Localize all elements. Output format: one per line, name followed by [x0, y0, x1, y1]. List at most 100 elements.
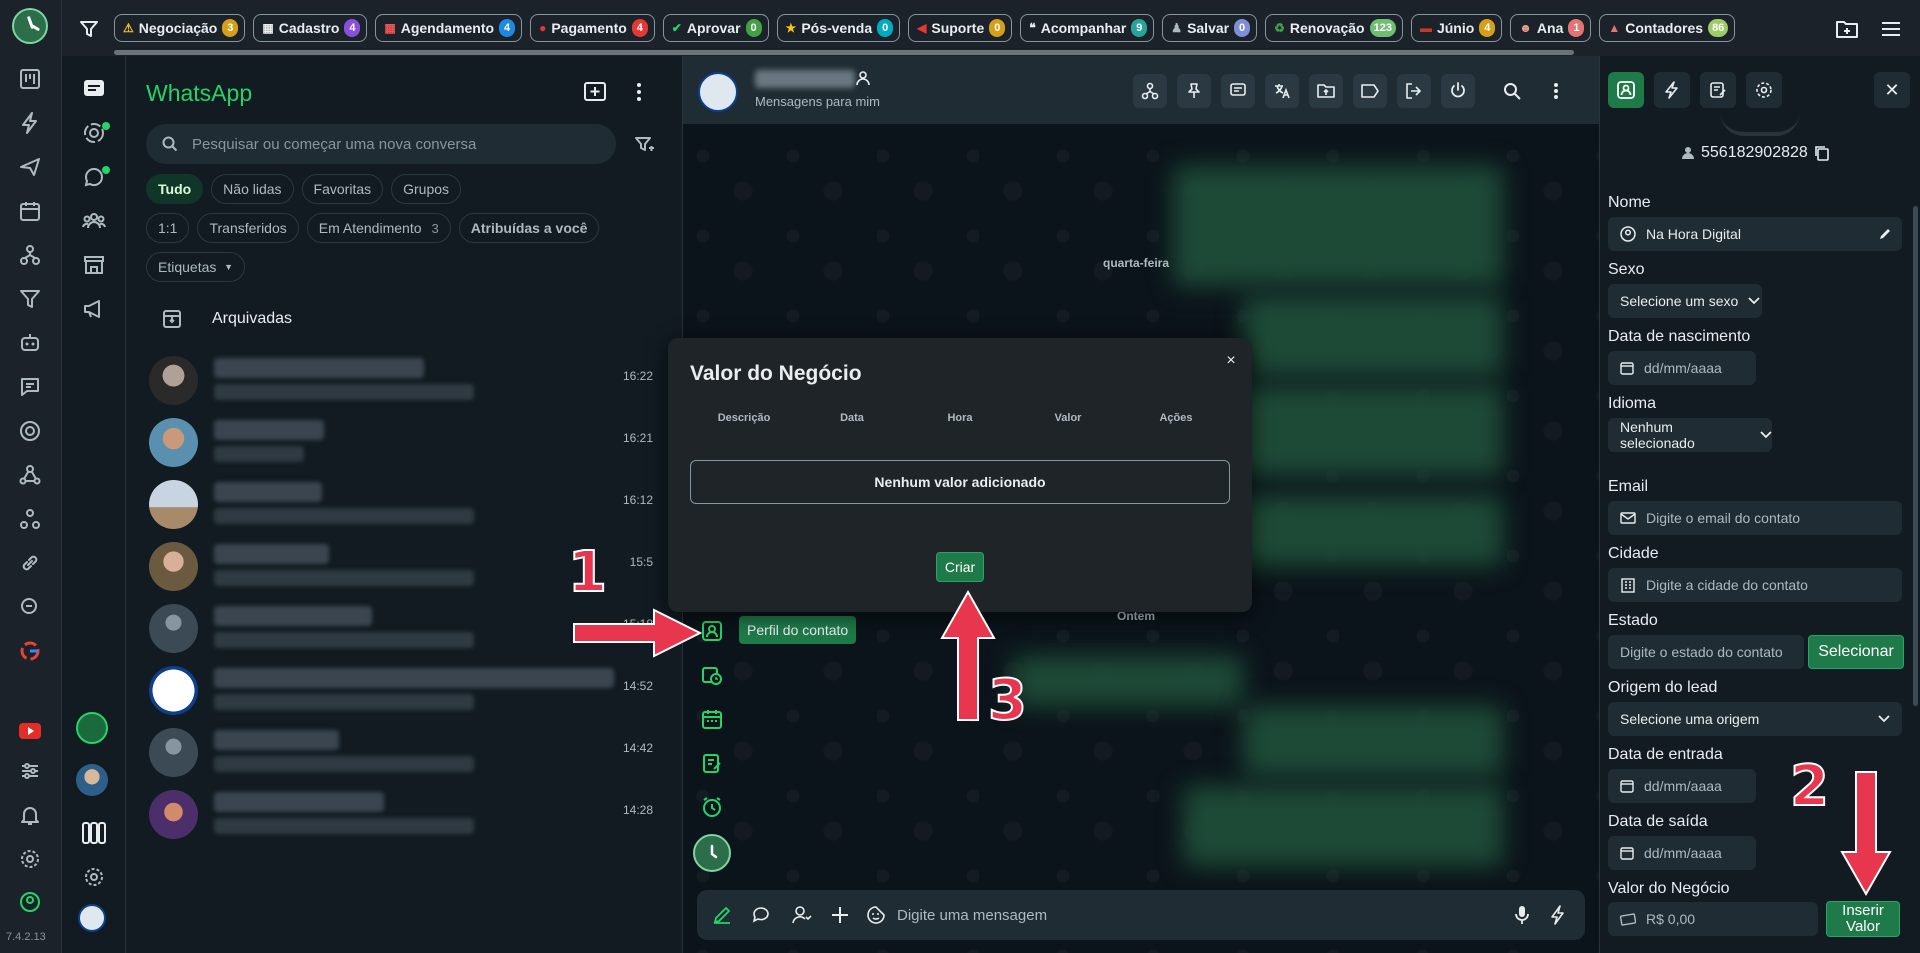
- bell-icon[interactable]: [15, 800, 45, 830]
- schedule-clock-icon[interactable]: [695, 658, 729, 692]
- label-tag-icon[interactable]: [1353, 74, 1387, 108]
- business-avatar[interactable]: [78, 904, 106, 932]
- flow-icon[interactable]: [15, 240, 45, 270]
- tag-chip[interactable]: ★ Pós-venda 0: [776, 14, 901, 42]
- youtube-icon[interactable]: [15, 716, 45, 746]
- translate-icon[interactable]: [1265, 74, 1299, 108]
- search-input[interactable]: [192, 135, 592, 153]
- copy-icon[interactable]: [1814, 145, 1830, 161]
- chat-list-item[interactable]: 14:28: [126, 776, 683, 852]
- tag-chip[interactable]: ⚠ Negociação 3: [114, 14, 246, 42]
- email-field[interactable]: [1608, 501, 1902, 535]
- profile-avatar[interactable]: [76, 764, 108, 796]
- menu-hamburger-icon[interactable]: [1876, 14, 1906, 44]
- network-icon[interactable]: [15, 460, 45, 490]
- robot-icon[interactable]: [15, 328, 45, 358]
- pin-icon[interactable]: [1177, 74, 1211, 108]
- settings-gear-icon[interactable]: [15, 844, 45, 874]
- new-chat-icon[interactable]: [580, 77, 610, 107]
- entrada-date-field[interactable]: dd/mm/aaaa: [1608, 769, 1756, 803]
- attach-plus-icon[interactable]: [825, 900, 855, 930]
- edit-pencil-icon[interactable]: [707, 900, 737, 930]
- google-icon[interactable]: [15, 636, 45, 666]
- notes-edit-icon[interactable]: [695, 746, 729, 780]
- assign-user-icon[interactable]: [787, 900, 817, 930]
- tag-chip[interactable]: ▬ Júnio 4: [1410, 14, 1503, 42]
- transfer-flow-icon[interactable]: [1133, 74, 1167, 108]
- valor-field[interactable]: R$ 0,00: [1608, 902, 1818, 936]
- filter-chip[interactable]: Em Atendimento 3: [306, 213, 451, 243]
- communities-icon[interactable]: [79, 206, 109, 236]
- tag-chip[interactable]: ❝ Acompanhar 9: [1020, 14, 1155, 42]
- quick-bolt-icon[interactable]: [1543, 900, 1573, 930]
- scheduled-message-icon[interactable]: [1221, 74, 1255, 108]
- funnel-icon[interactable]: [15, 284, 45, 314]
- idioma-select[interactable]: Nenhum selecionado: [1608, 418, 1772, 452]
- chats-icon[interactable]: [79, 74, 109, 104]
- search-messages-icon[interactable]: [1495, 74, 1529, 108]
- archived-row[interactable]: Arquivadas: [126, 296, 683, 342]
- sexo-select[interactable]: Selecione um sexo: [1608, 284, 1762, 318]
- filter-chip[interactable]: Não lidas: [211, 174, 294, 204]
- tab-settings-icon[interactable]: [1746, 72, 1782, 108]
- tag-chip[interactable]: ♻ Renovação 123: [1265, 14, 1403, 42]
- target-icon[interactable]: [15, 416, 45, 446]
- chat-name-blurred[interactable]: [755, 70, 855, 88]
- tag-filter-icon[interactable]: [74, 14, 104, 44]
- settings-icon[interactable]: [79, 862, 109, 892]
- profile-scrollbar[interactable]: [1913, 206, 1918, 706]
- exit-icon[interactable]: [1397, 74, 1431, 108]
- filter-chip[interactable]: 1:1: [146, 213, 190, 243]
- kanban-icon[interactable]: [15, 64, 45, 94]
- open-folder-icon[interactable]: [1309, 74, 1343, 108]
- estado-input[interactable]: [1620, 644, 1800, 660]
- tag-chip[interactable]: ☻ Ana 1: [1510, 14, 1592, 42]
- megaphone-icon[interactable]: [79, 294, 109, 324]
- columns-icon[interactable]: [79, 818, 109, 848]
- send-icon[interactable]: [15, 152, 45, 182]
- filter-chip[interactable]: Tudo: [146, 174, 204, 204]
- sliders-icon[interactable]: [15, 756, 45, 786]
- filter-chip[interactable]: Favoritas: [301, 174, 384, 204]
- app-logo-clock-icon[interactable]: [12, 8, 48, 44]
- labels-dropdown[interactable]: Etiquetas ▼: [146, 252, 246, 282]
- filter-chip[interactable]: Grupos: [391, 174, 462, 204]
- calendar-side-icon[interactable]: [695, 702, 729, 736]
- chat-avatar[interactable]: [698, 72, 738, 112]
- tab-bolt-icon[interactable]: [1654, 72, 1690, 108]
- unread-filter-icon[interactable]: [630, 130, 660, 160]
- nome-field[interactable]: Na Hora Digital: [1608, 217, 1902, 251]
- link-icon[interactable]: [15, 548, 45, 578]
- nascimento-date-field[interactable]: dd/mm/aaaa: [1608, 351, 1756, 385]
- saida-date-field[interactable]: dd/mm/aaaa: [1608, 836, 1756, 870]
- more-options-icon[interactable]: [624, 77, 654, 107]
- tag-chip[interactable]: ◀ Suporte 0: [908, 14, 1013, 42]
- filter-chip[interactable]: Atribuídas a você: [458, 213, 600, 243]
- selecionar-button[interactable]: Selecionar: [1808, 635, 1904, 669]
- store-icon[interactable]: [79, 250, 109, 280]
- account-icon[interactable]: [15, 887, 45, 917]
- alarm-icon[interactable]: [695, 790, 729, 824]
- cidade-input[interactable]: [1646, 577, 1836, 593]
- origem-select[interactable]: Selecione uma origem: [1608, 702, 1902, 736]
- inserir-valor-button[interactable]: Inserir Valor: [1826, 901, 1900, 937]
- cidade-field[interactable]: [1608, 568, 1902, 602]
- create-button[interactable]: Criar: [936, 552, 984, 582]
- tag-chip[interactable]: ♟ Salvar 0: [1162, 14, 1258, 42]
- tag-chip[interactable]: ▦ Agendamento 4: [375, 14, 523, 42]
- quick-replies-icon[interactable]: [747, 900, 777, 930]
- modal-close-icon[interactable]: ×: [1220, 350, 1242, 372]
- bolt-icon[interactable]: [15, 108, 45, 138]
- estado-field[interactable]: [1608, 635, 1804, 669]
- tag-chip[interactable]: ✔ Aprovar 0: [662, 14, 769, 42]
- microphone-icon[interactable]: [1507, 900, 1537, 930]
- tag-chip[interactable]: ▲ Contadores 86: [1599, 14, 1736, 42]
- chat-bubbles-icon[interactable]: [15, 592, 45, 622]
- search-box[interactable]: [146, 124, 616, 164]
- calendar-icon[interactable]: [15, 196, 45, 226]
- tag-bar-scrollbar[interactable]: [114, 50, 1574, 55]
- sticker-icon[interactable]: [861, 900, 891, 930]
- email-input[interactable]: [1646, 510, 1836, 526]
- tag-chip[interactable]: ▦ Cadastro 4: [253, 14, 368, 42]
- tab-notes-icon[interactable]: [1700, 72, 1736, 108]
